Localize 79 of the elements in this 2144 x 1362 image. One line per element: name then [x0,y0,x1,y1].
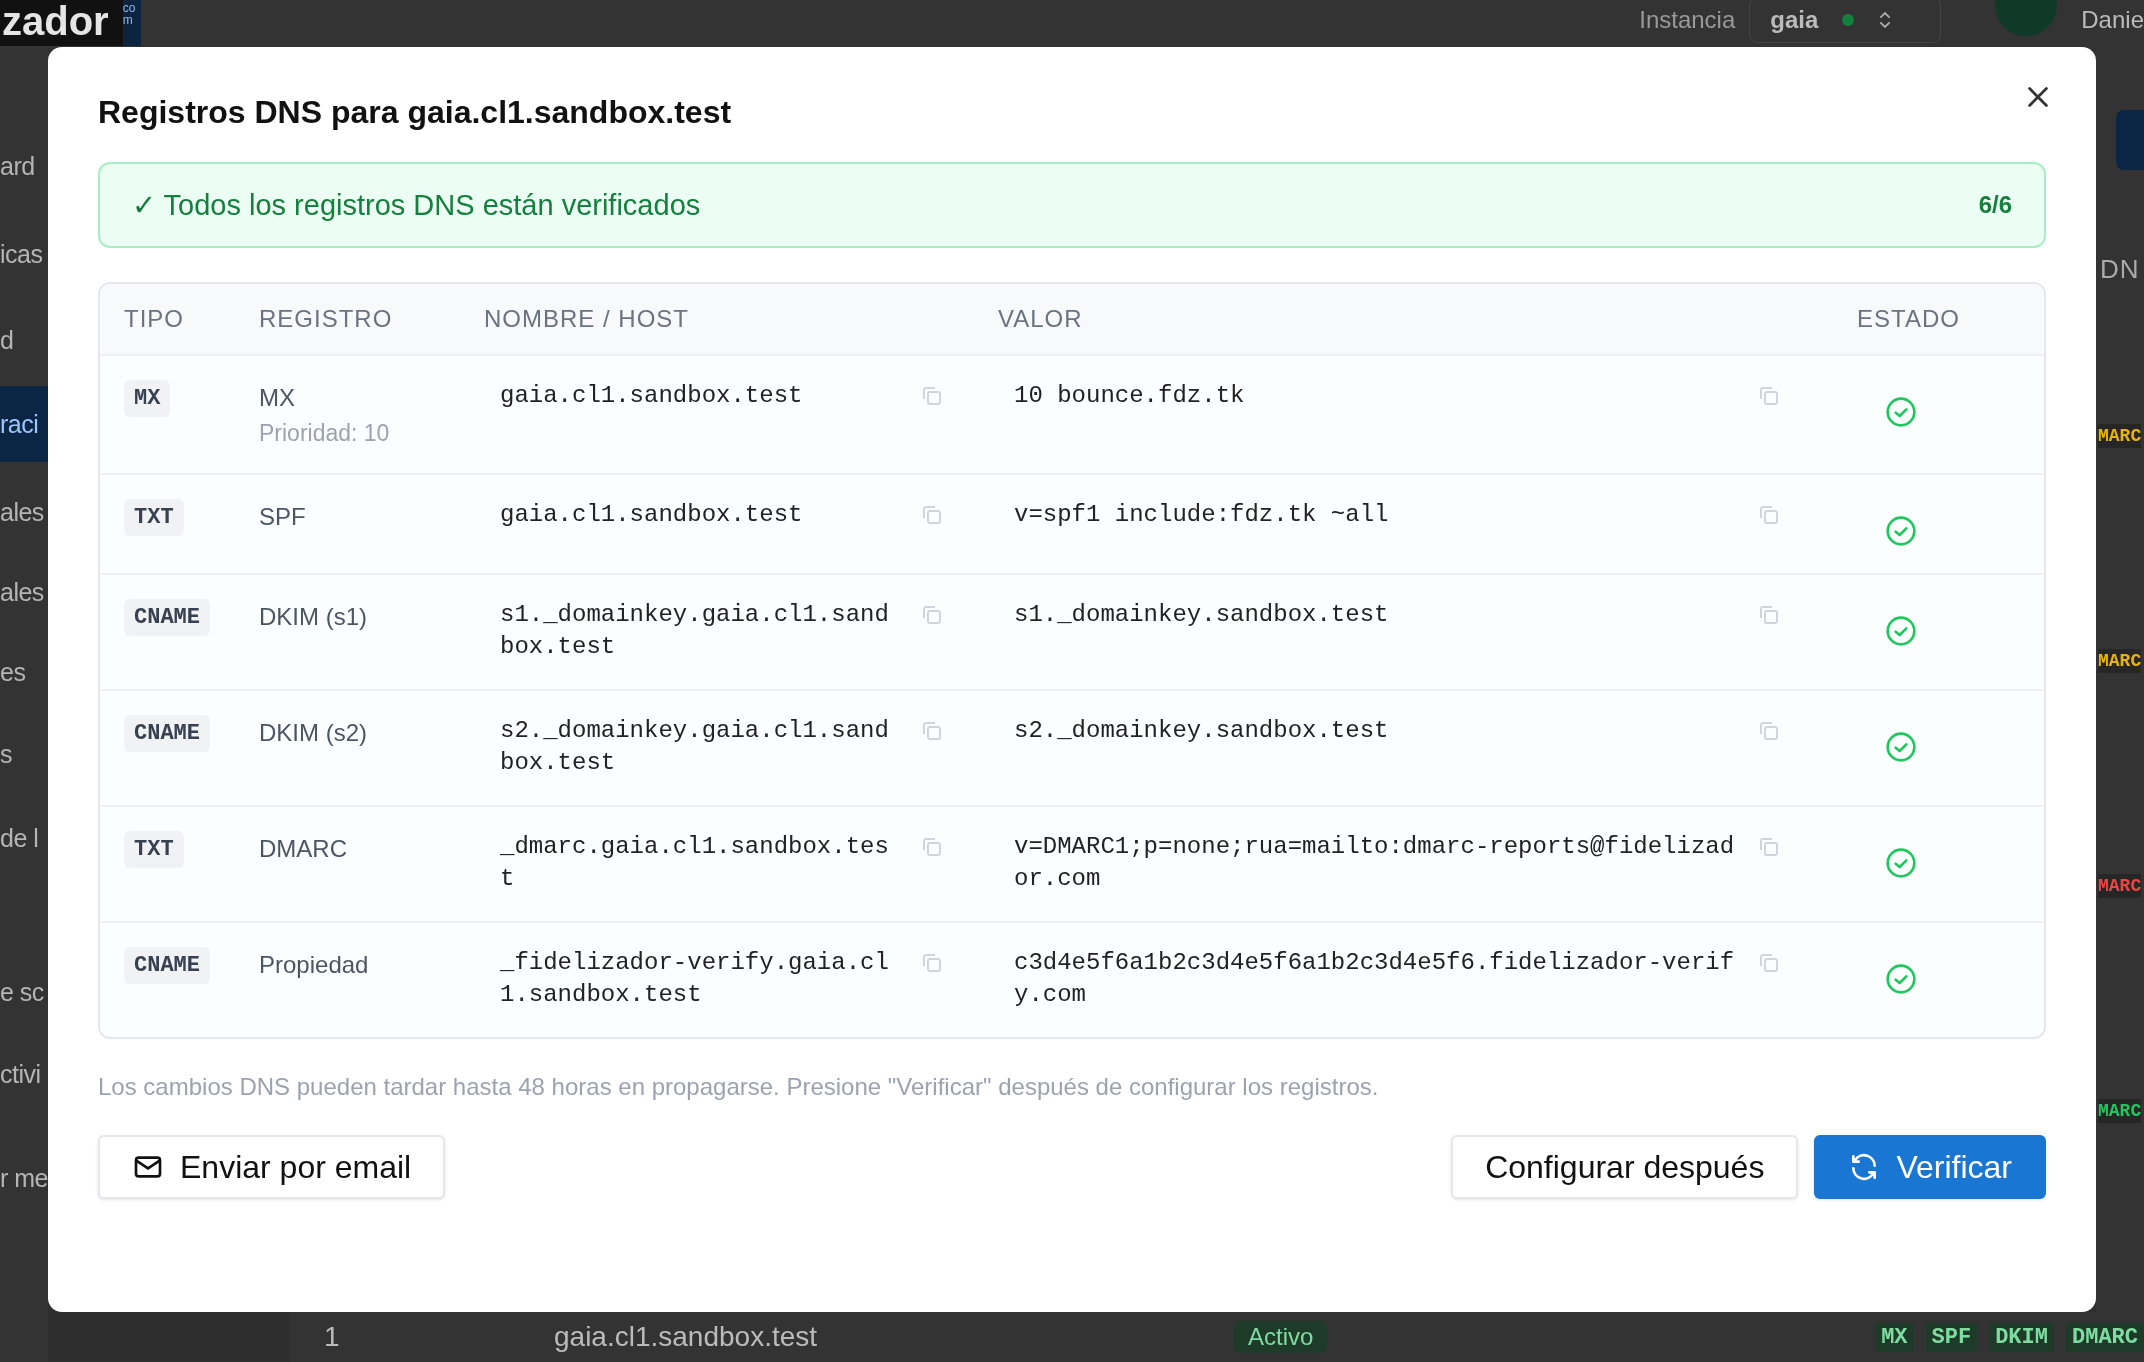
copy-icon[interactable] [1757,603,1781,627]
copy-icon[interactable] [920,719,944,743]
host-value: s2._domainkey.gaia.cl1.sandbox.test [500,716,890,778]
record-name: DKIM (s1) [259,603,368,631]
dialog-title: Registros DNS para gaia.cl1.sandbox.test [98,94,732,131]
column-header: DN [2100,254,2140,285]
copy-icon[interactable] [920,384,944,408]
copy-icon[interactable] [920,603,944,627]
status-badge: MARC [2098,649,2142,673]
copy-icon[interactable] [1757,835,1781,859]
record-badge: DKIM [1989,1322,2054,1352]
host-value: _fidelizador-verify.gaia.cl1.sandbox.test [500,948,890,1010]
type-badge: CNAME [124,599,210,636]
record-note: Prioridad: 10 [259,420,391,447]
host-value: s1._domainkey.gaia.cl1.sandbox.test [500,600,890,662]
sidebar-item[interactable]: r me [0,1164,48,1193]
record-value: 10 bounce.fdz.tk [1014,381,1246,411]
type-badge: TXT [124,499,184,536]
status-badge: MARC [2098,424,2142,448]
sidebar-item[interactable]: de l [0,824,39,853]
sidebar-item[interactable]: s [0,740,12,769]
record-value: v=spf1 include:fdz.tk ~all [1014,500,1390,530]
column-header: VALOR [998,305,1084,333]
copy-icon[interactable] [1757,951,1781,975]
host-value: gaia.cl1.sandbox.test [500,500,804,530]
sidebar-item[interactable]: raci [0,386,48,462]
sidebar-item[interactable]: ales [0,578,44,607]
verify-button[interactable]: Verificar [1814,1135,2046,1199]
record-badge: SPF [1925,1322,1978,1352]
type-badge: MX [124,380,171,417]
copy-icon[interactable] [920,835,944,859]
record-badge: DMARC [2066,1322,2144,1352]
column-header: REGISTRO [259,305,394,333]
user-name[interactable]: Danie [2081,6,2144,34]
status-badge: Activo [1234,1321,1328,1353]
column-header: ESTADO [1857,305,1961,333]
record-name: Propiedad [259,951,370,979]
status-badge: MARC [2098,1099,2142,1123]
status-dot [1842,14,1855,26]
configure-later-button[interactable]: Configurar después [1451,1135,1799,1199]
email-button[interactable]: Enviar por email [98,1135,446,1199]
copy-icon[interactable] [1757,719,1781,743]
type-badge: CNAME [124,715,210,752]
copy-icon[interactable] [920,951,944,975]
host-value: _dmarc.gaia.cl1.sandbox.test [500,832,890,894]
column-header: TIPO [123,305,185,333]
record-name: DMARC [259,835,348,863]
sidebar-item[interactable]: ales [0,498,44,527]
column-header: NOMBRE / HOST [484,305,690,333]
type-badge: CNAME [124,947,210,984]
banner-message: ✓ Todos los registros DNS están verificados [132,188,701,222]
instance-label: Instancia [1639,6,1736,34]
copy-icon[interactable] [1757,384,1781,408]
sidebar-item[interactable]: e sc [0,978,44,1007]
sidebar-item[interactable]: icas [0,240,43,269]
table-cell-text: gaia.cl1.sandbox.test [554,1321,819,1353]
record-value: s2._domainkey.sandbox.test [1014,716,1390,746]
record-name: MX [259,384,296,412]
sidebar-item[interactable]: es [0,658,26,687]
copy-icon[interactable] [1757,503,1781,527]
host-value: gaia.cl1.sandbox.test [500,381,804,411]
header-button[interactable] [2116,110,2144,170]
verified-count: 6/6 [1978,191,2012,219]
record-name: DKIM (s2) [259,719,368,747]
sidebar-item[interactable]: d [0,326,14,355]
chevron-icon [1878,9,1893,31]
copy-icon[interactable] [920,503,944,527]
type-badge: TXT [124,831,184,868]
status-badge: MARC [2098,874,2142,898]
logo-text: zador [0,0,123,46]
record-value: v=DMARC1;p=none;rua=mailto:dmarc-reports@fidelizador.com [1014,832,1736,894]
record-badge: MX [1875,1322,1914,1352]
propagation-note: Los cambios DNS pueden tardar hasta 48 horas en propagarse. Presione "Verificar" después de configurar los registros. [98,1073,1380,1101]
record-name: SPF [259,503,307,531]
sidebar-item[interactable]: ard [0,152,35,181]
record-value: s1._domainkey.sandbox.test [1014,600,1390,630]
table-cell-text: 1 [323,1321,341,1353]
sidebar-item[interactable]: ctivi [0,1060,41,1089]
record-value: c3d4e5f6a1b2c3d4e5f6a1b2c3d4e5f6.fidelizador-verify.com [1014,948,1736,1010]
